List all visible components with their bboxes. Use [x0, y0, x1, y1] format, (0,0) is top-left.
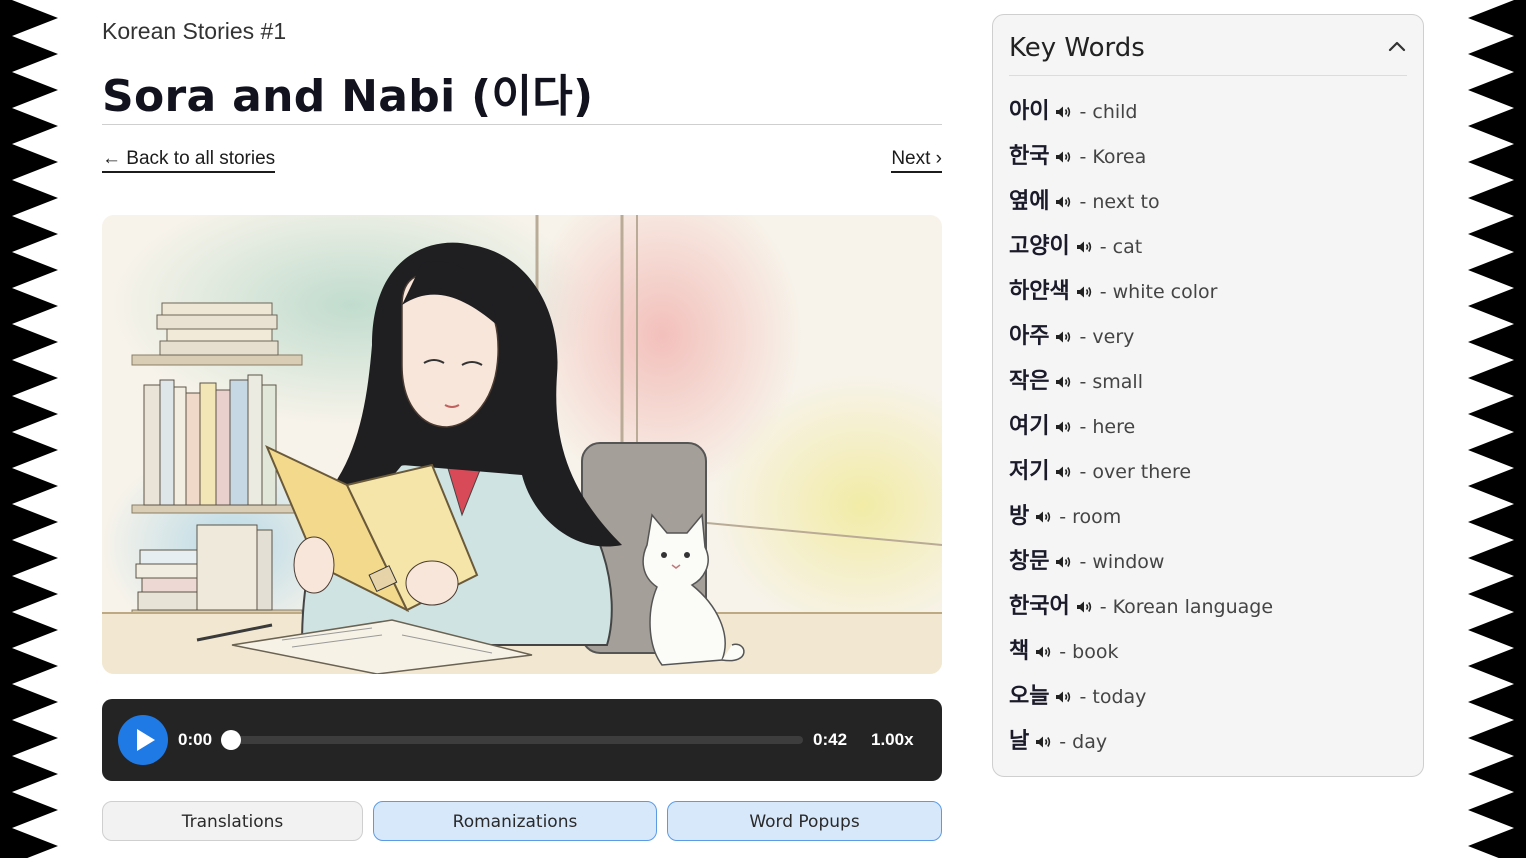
key-word-english: - room [1059, 506, 1122, 528]
speaker-icon[interactable] [1076, 600, 1094, 614]
key-word-item: 아이 - child [1009, 93, 1273, 138]
title-divider [102, 124, 942, 125]
key-word-item: 저기 - over there [1009, 453, 1273, 498]
key-word-item: 방 - room [1009, 498, 1273, 543]
key-word-english: - day [1059, 731, 1108, 753]
key-word-item: 아주 - very [1009, 318, 1273, 363]
key-word-english: - next to [1079, 191, 1160, 213]
chevron-up-icon[interactable] [1387, 39, 1407, 53]
key-word-english: - cat [1099, 236, 1143, 258]
speaker-icon[interactable] [1055, 150, 1073, 164]
story-illustration [102, 215, 942, 674]
translations-toggle[interactable]: Translations [102, 801, 363, 841]
key-word-korean[interactable]: 오늘 [1009, 678, 1049, 710]
back-to-stories-link[interactable]: ← Back to all stories [102, 148, 276, 173]
key-word-english: - child [1079, 101, 1138, 123]
speaker-icon[interactable] [1035, 510, 1053, 524]
key-word-item: 옆에 - next to [1009, 183, 1273, 228]
story-title: Sora and Nabi (이다) [102, 71, 594, 122]
key-word-korean[interactable]: 방 [1009, 498, 1029, 530]
key-word-item: 작은 - small [1009, 363, 1273, 408]
key-word-english: - very [1079, 326, 1135, 348]
romanizations-toggle[interactable]: Romanizations [373, 801, 657, 841]
duration: 0:42 [813, 730, 848, 749]
key-word-korean[interactable]: 아주 [1009, 318, 1049, 350]
key-word-english: - over there [1079, 461, 1192, 483]
key-word-item: 한국 - Korea [1009, 138, 1273, 183]
series-title: Korean Stories #1 [102, 18, 287, 44]
speaker-icon[interactable] [1055, 330, 1073, 344]
key-words-title: Key Words [1009, 33, 1145, 63]
word-popups-toggle[interactable]: Word Popups [667, 801, 942, 841]
right-zigzag-border [1468, 0, 1526, 858]
key-word-korean[interactable]: 아이 [1009, 93, 1049, 125]
next-story-link[interactable]: Next › [891, 148, 942, 173]
key-word-item: 하얀색 - white color [1009, 273, 1273, 318]
key-word-english: - book [1059, 641, 1119, 663]
speaker-icon[interactable] [1035, 735, 1053, 749]
key-word-item: 여기 - here [1009, 408, 1273, 453]
left-zigzag-border [0, 0, 58, 858]
key-word-english: - Korea [1079, 146, 1147, 168]
key-words-panel: Key Words 아이 - child 한국 - Korea 옆에 - next to 고… [992, 14, 1424, 777]
key-word-english: - white color [1099, 281, 1218, 303]
speaker-icon[interactable] [1076, 285, 1094, 299]
current-time: 0:00 [178, 730, 213, 749]
seek-bar[interactable] [221, 730, 803, 750]
key-word-korean[interactable]: 작은 [1009, 363, 1049, 395]
key-word-item: 한국어 - Korean language [1009, 588, 1273, 633]
key-word-english: - window [1079, 551, 1165, 573]
speaker-icon[interactable] [1055, 195, 1073, 209]
key-words-divider [1009, 75, 1407, 76]
key-word-english: - today [1079, 686, 1147, 708]
speaker-icon[interactable] [1055, 690, 1073, 704]
key-word-item: 오늘 - today [1009, 678, 1273, 723]
key-word-item: 고양이 - cat [1009, 228, 1273, 273]
audio-player: 0:00 0:42 1.00x [102, 699, 942, 781]
speaker-icon[interactable] [1076, 240, 1094, 254]
key-word-korean[interactable]: 저기 [1009, 453, 1049, 485]
key-word-korean[interactable]: 한국 [1009, 138, 1049, 170]
key-word-korean[interactable]: 책 [1009, 633, 1029, 665]
play-button[interactable] [118, 715, 168, 765]
key-word-english: - Korean language [1099, 596, 1274, 618]
key-word-korean[interactable]: 옆에 [1009, 183, 1049, 215]
speaker-icon[interactable] [1035, 645, 1053, 659]
playback-speed-button[interactable]: 1.00x [871, 730, 914, 750]
key-word-english: - here [1079, 416, 1136, 438]
key-word-item: 책 - book [1009, 633, 1273, 678]
key-word-korean[interactable]: 고양이 [1009, 228, 1070, 260]
key-word-english: - small [1079, 371, 1143, 393]
key-word-korean[interactable]: 날 [1009, 723, 1029, 755]
speaker-icon[interactable] [1055, 420, 1073, 434]
key-word-korean[interactable]: 여기 [1009, 408, 1049, 440]
speaker-icon[interactable] [1055, 105, 1073, 119]
speaker-icon[interactable] [1055, 465, 1073, 479]
speaker-icon[interactable] [1055, 375, 1073, 389]
play-icon [137, 729, 155, 751]
seek-handle[interactable] [221, 730, 241, 750]
key-word-item: 날 - day [1009, 723, 1273, 768]
key-word-korean[interactable]: 하얀색 [1009, 273, 1070, 305]
key-word-korean[interactable]: 창문 [1009, 543, 1049, 575]
speaker-icon[interactable] [1055, 555, 1073, 569]
key-words-list: 아이 - child 한국 - Korea 옆에 - next to 고양이 - cat 하얀색… [1009, 93, 1273, 768]
key-word-korean[interactable]: 한국어 [1009, 588, 1070, 620]
key-word-item: 창문 - window [1009, 543, 1273, 588]
